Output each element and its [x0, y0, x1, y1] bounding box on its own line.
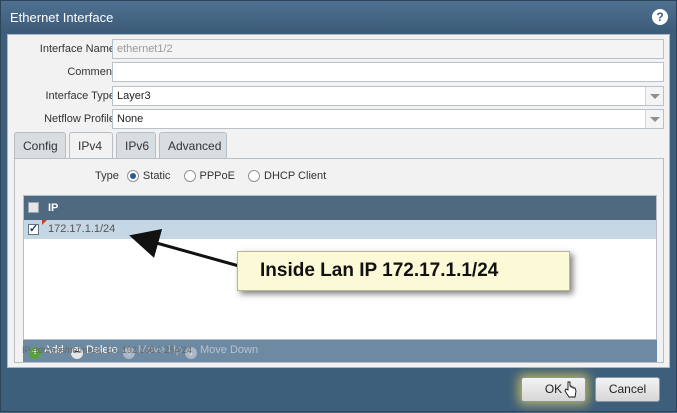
- radio-button[interactable]: [126, 170, 139, 182]
- tab-config[interactable]: Config: [14, 132, 66, 159]
- interface-type-select[interactable]: Layer3: [112, 86, 664, 106]
- dialog-title: Ethernet Interface: [10, 10, 114, 25]
- interface-type-row: Interface Type Layer3: [8, 86, 671, 106]
- chevron-down-icon[interactable]: [645, 87, 663, 105]
- tab-ipv6[interactable]: IPv6: [116, 132, 156, 159]
- comment-field[interactable]: [112, 62, 664, 82]
- radio-button[interactable]: [183, 170, 196, 182]
- comment-row: Comment: [8, 62, 671, 82]
- netflow-profile-value: None: [117, 113, 144, 125]
- annotation-text: Inside Lan IP 172.17.1.1/24: [260, 260, 499, 281]
- comment-label: Comment: [67, 66, 115, 78]
- netflow-profile-select[interactable]: None: [112, 109, 664, 129]
- radio-dhcp-client-label: DHCP Client: [264, 170, 327, 182]
- netflow-profile-label: Netflow Profile: [44, 113, 115, 125]
- select-all-checkbox[interactable]: [28, 202, 39, 213]
- type-label: Type: [95, 170, 119, 182]
- dialog-body: Interface Name ethernet1/2 Comment Inter…: [7, 34, 670, 368]
- hand-cursor-icon: [564, 381, 577, 398]
- grid-header: IP: [24, 196, 656, 220]
- move-down-label: Move Down: [200, 344, 259, 356]
- netflow-profile-row: Netflow Profile None: [8, 109, 671, 129]
- radio-dhcp-client[interactable]: DHCP Client: [248, 170, 326, 182]
- address-type-row: Type Static PPPoE DHCP Client: [95, 170, 336, 186]
- modified-marker-icon: [42, 220, 47, 225]
- radio-pppoe-label: PPPoE: [199, 170, 235, 182]
- radio-button[interactable]: [248, 170, 261, 182]
- tab-ipv4[interactable]: IPv4: [69, 132, 113, 160]
- ip-address-cell[interactable]: 172.17.1.1/24: [48, 223, 115, 235]
- ip-format-hint: IP address/netmask. Ex. 192.168.2.254/24: [22, 345, 192, 355]
- ethernet-interface-dialog: Ethernet Interface ? Interface Name ethe…: [0, 0, 677, 412]
- interface-name-field: ethernet1/2: [112, 39, 664, 59]
- radio-pppoe[interactable]: PPPoE: [183, 170, 235, 182]
- chevron-down-icon[interactable]: [645, 110, 663, 128]
- move-down-button[interactable]: ↓ Move Down: [185, 344, 258, 359]
- interface-name-row: Interface Name ethernet1/2: [8, 39, 671, 59]
- column-header-ip[interactable]: IP: [48, 202, 58, 214]
- annotation-callout: Inside Lan IP 172.17.1.1/24: [237, 251, 570, 291]
- dialog-titlebar[interactable]: Ethernet Interface ?: [1, 1, 676, 33]
- row-checkbox[interactable]: [28, 222, 39, 235]
- radio-static-label: Static: [142, 170, 171, 182]
- interface-type-value: Layer3: [117, 90, 151, 102]
- radio-static[interactable]: Static: [126, 170, 171, 182]
- interface-type-label: Interface Type: [45, 90, 115, 102]
- interface-name-label: Interface Name: [39, 43, 115, 55]
- table-row[interactable]: 172.17.1.1/24: [24, 220, 656, 239]
- help-icon[interactable]: ?: [652, 9, 668, 25]
- cancel-button[interactable]: Cancel: [595, 377, 660, 402]
- tab-advanced[interactable]: Advanced: [159, 132, 227, 159]
